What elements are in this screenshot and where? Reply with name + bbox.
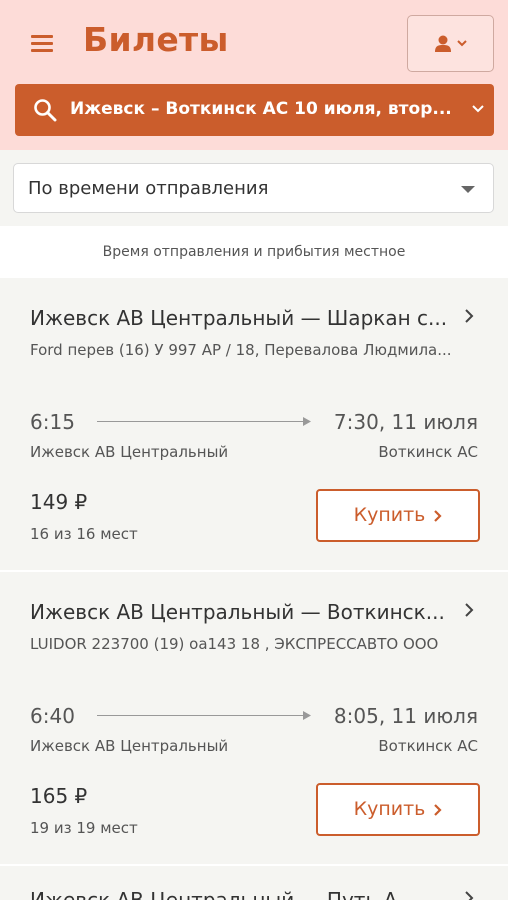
buy-button-label: Купить — [353, 504, 426, 526]
filter-area: По времени отправления — [0, 150, 508, 226]
arrow-right-icon — [97, 417, 311, 426]
arrival-time: 7:30, 11 июля — [333, 410, 478, 434]
chevron-right-icon — [434, 803, 442, 816]
route-search-text: Ижевск – Воткинск АС 10 июля, втор... — [70, 99, 452, 119]
chevron-right-icon[interactable] — [464, 602, 474, 618]
chevron-right-icon[interactable] — [464, 890, 474, 900]
arrival-station: Воткинск АС — [378, 737, 478, 755]
caret-down-icon — [461, 186, 475, 193]
buy-button[interactable]: Купить — [316, 783, 480, 836]
chevron-right-icon — [434, 509, 442, 522]
buy-button[interactable]: Купить — [316, 489, 480, 542]
hamburger-menu-icon[interactable] — [31, 35, 53, 53]
chevron-down-icon — [472, 105, 484, 113]
arrival-station: Воткинск АС — [378, 443, 478, 461]
user-icon — [435, 35, 467, 52]
local-time-note: Время отправления и прибытия местное — [0, 226, 508, 278]
arrival-time: 8:05, 11 июля — [333, 704, 478, 728]
trip-route[interactable]: Ижевск АВ Центральный — Путь А... — [30, 888, 458, 900]
departure-station: Ижевск АВ Центральный — [30, 443, 229, 461]
route-search-bar[interactable]: Ижевск – Воткинск АС 10 июля, втор... — [15, 84, 494, 136]
trip-vehicle: Ford перев (16) У 997 АР / 18, Перевалов… — [30, 341, 452, 359]
page-title: Билеты — [83, 20, 229, 59]
departure-time: 6:15 — [30, 410, 75, 434]
buy-button-label: Купить — [353, 798, 426, 820]
sort-selected-value: По времени отправления — [28, 178, 269, 199]
departure-time: 6:40 — [30, 704, 75, 728]
arrow-right-icon — [97, 711, 311, 720]
app-header: Билеты Ижевск – Воткинск АС 10 июля, вто… — [0, 0, 508, 150]
chevron-right-icon[interactable] — [464, 308, 474, 324]
chevron-down-icon — [457, 40, 467, 47]
user-menu-button[interactable] — [407, 15, 494, 72]
sort-select[interactable]: По времени отправления — [13, 163, 494, 213]
search-icon — [34, 99, 57, 122]
seats-available: 19 из 19 мест — [30, 819, 138, 837]
trip-card: Ижевск АВ Центральный — Путь А... — [0, 866, 508, 900]
trip-route[interactable]: Ижевск АВ Центральный — Шаркан с... — [30, 306, 458, 330]
ticket-price: 165 ₽ — [30, 784, 88, 808]
trip-route[interactable]: Ижевск АВ Центральный — Воткинск... — [30, 600, 458, 624]
trip-vehicle: LUIDOR 223700 (19) оа143 18 , ЭКСПРЕССАВ… — [30, 635, 439, 653]
trip-card: Ижевск АВ Центральный — Шаркан с... Ford… — [0, 278, 508, 570]
seats-available: 16 из 16 мест — [30, 525, 138, 543]
departure-station: Ижевск АВ Центральный — [30, 737, 229, 755]
ticket-price: 149 ₽ — [30, 490, 88, 514]
trip-card: Ижевск АВ Центральный — Воткинск... LUID… — [0, 572, 508, 864]
